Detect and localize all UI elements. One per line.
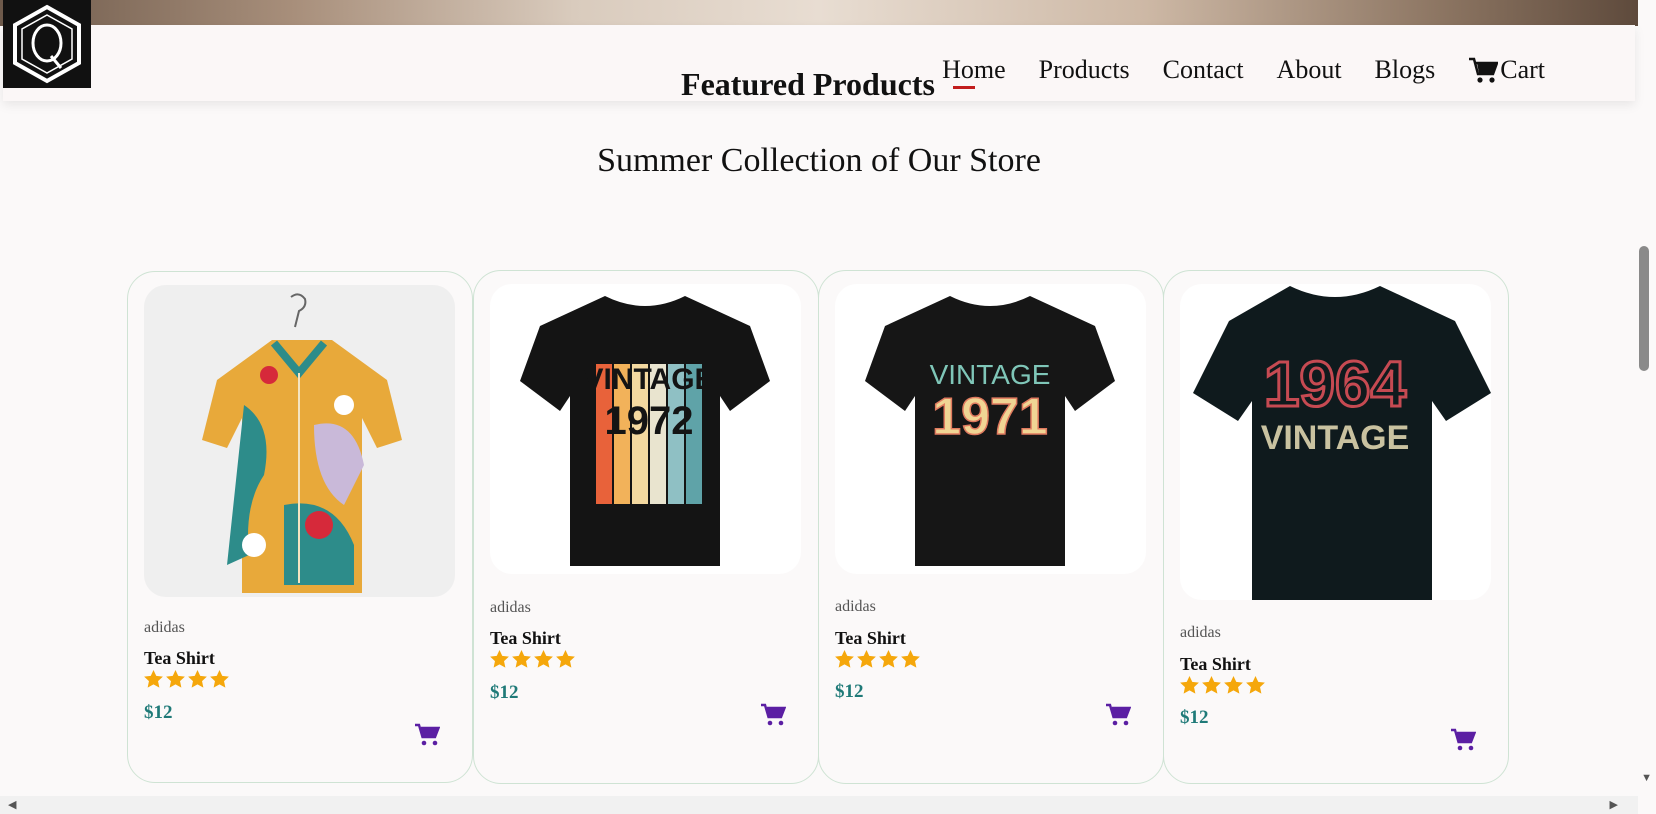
star-icon bbox=[210, 670, 229, 688]
cart-icon bbox=[1106, 703, 1132, 726]
star-icon bbox=[1224, 676, 1243, 694]
scroll-left-arrow-icon[interactable]: ◀ bbox=[8, 798, 16, 811]
tee-graphic-top: VINTAGE bbox=[583, 363, 714, 396]
star-icon bbox=[166, 670, 185, 688]
collection-subtitle: Summer Collection of Our Store bbox=[597, 142, 1041, 179]
product-image[interactable]: VINTAGE 1971 bbox=[835, 284, 1146, 574]
product-price: $12 bbox=[490, 682, 519, 703]
product-rating bbox=[490, 650, 575, 668]
tee-graphic-year: 1971 bbox=[932, 388, 1048, 446]
star-icon bbox=[1180, 676, 1199, 694]
product-image[interactable] bbox=[144, 285, 455, 597]
star-icon bbox=[534, 650, 553, 668]
product-name[interactable]: Tea Shirt bbox=[835, 628, 906, 649]
cart-icon bbox=[761, 703, 787, 726]
product-rating bbox=[144, 670, 229, 688]
tee-graphic-top: 1964 bbox=[1264, 348, 1407, 420]
accent-dash bbox=[952, 86, 975, 90]
tee-graphic-year: 1972 bbox=[605, 399, 694, 443]
product-rating bbox=[835, 650, 920, 668]
star-icon bbox=[1246, 676, 1265, 694]
vintage-1972-tee-image: VINTAGE 1972 bbox=[520, 296, 770, 566]
star-icon bbox=[857, 650, 876, 668]
star-icon bbox=[490, 650, 509, 668]
product-image[interactable]: VINTAGE 1972 bbox=[490, 284, 801, 574]
star-icon bbox=[835, 650, 854, 668]
star-icon bbox=[879, 650, 898, 668]
product-name[interactable]: Tea Shirt bbox=[144, 648, 215, 669]
star-icon bbox=[188, 670, 207, 688]
star-icon bbox=[901, 650, 920, 668]
product-card[interactable]: 1964 VINTAGE adidas Tea Shirt $12 bbox=[1163, 270, 1509, 784]
scroll-down-arrow-icon[interactable]: ▼ bbox=[1641, 772, 1652, 784]
star-icon bbox=[144, 670, 163, 688]
tee-graphic-year: VINTAGE bbox=[1261, 419, 1410, 457]
hero-banner-strip bbox=[0, 0, 1638, 26]
featured-title: Featured Products bbox=[681, 66, 935, 102]
product-price: $12 bbox=[835, 681, 864, 702]
floral-shirt-image bbox=[202, 293, 402, 593]
product-card[interactable]: adidas Tea Shirt $12 bbox=[127, 271, 473, 783]
star-icon bbox=[512, 650, 531, 668]
product-price: $12 bbox=[1180, 707, 1209, 728]
vintage-1964-tee-image: 1964 VINTAGE bbox=[1193, 286, 1491, 600]
product-rating bbox=[1180, 676, 1265, 694]
add-to-cart-button[interactable] bbox=[1105, 703, 1132, 732]
product-card[interactable]: VINTAGE 1972 adidas Tea Shirt $12 bbox=[473, 270, 819, 784]
product-name[interactable]: Tea Shirt bbox=[490, 628, 561, 649]
product-card[interactable]: VINTAGE 1971 adidas Tea Shirt $12 bbox=[818, 270, 1164, 784]
star-icon bbox=[1202, 676, 1221, 694]
star-icon bbox=[556, 650, 575, 668]
tee-graphic-top: VINTAGE bbox=[930, 359, 1051, 390]
scroll-right-arrow-icon[interactable]: ▶ bbox=[1610, 798, 1618, 811]
product-image[interactable]: 1964 VINTAGE bbox=[1180, 284, 1491, 600]
product-brand: adidas bbox=[144, 619, 185, 636]
product-brand: adidas bbox=[835, 598, 876, 615]
product-price: $12 bbox=[144, 702, 173, 723]
add-to-cart-button[interactable] bbox=[414, 723, 441, 752]
cart-icon bbox=[415, 723, 441, 746]
cart-icon bbox=[1451, 728, 1477, 751]
vertical-scrollbar-thumb[interactable] bbox=[1639, 246, 1649, 371]
product-name[interactable]: Tea Shirt bbox=[1180, 654, 1251, 675]
add-to-cart-button[interactable] bbox=[1450, 728, 1477, 757]
featured-heading: Featured Products bbox=[0, 66, 1656, 103]
add-to-cart-button[interactable] bbox=[760, 703, 787, 732]
product-brand: adidas bbox=[490, 599, 531, 616]
vintage-1971-tee-image: VINTAGE 1971 bbox=[865, 296, 1115, 566]
horizontal-scrollbar[interactable]: ◀ ▶ bbox=[0, 796, 1638, 814]
product-brand: adidas bbox=[1180, 624, 1221, 641]
